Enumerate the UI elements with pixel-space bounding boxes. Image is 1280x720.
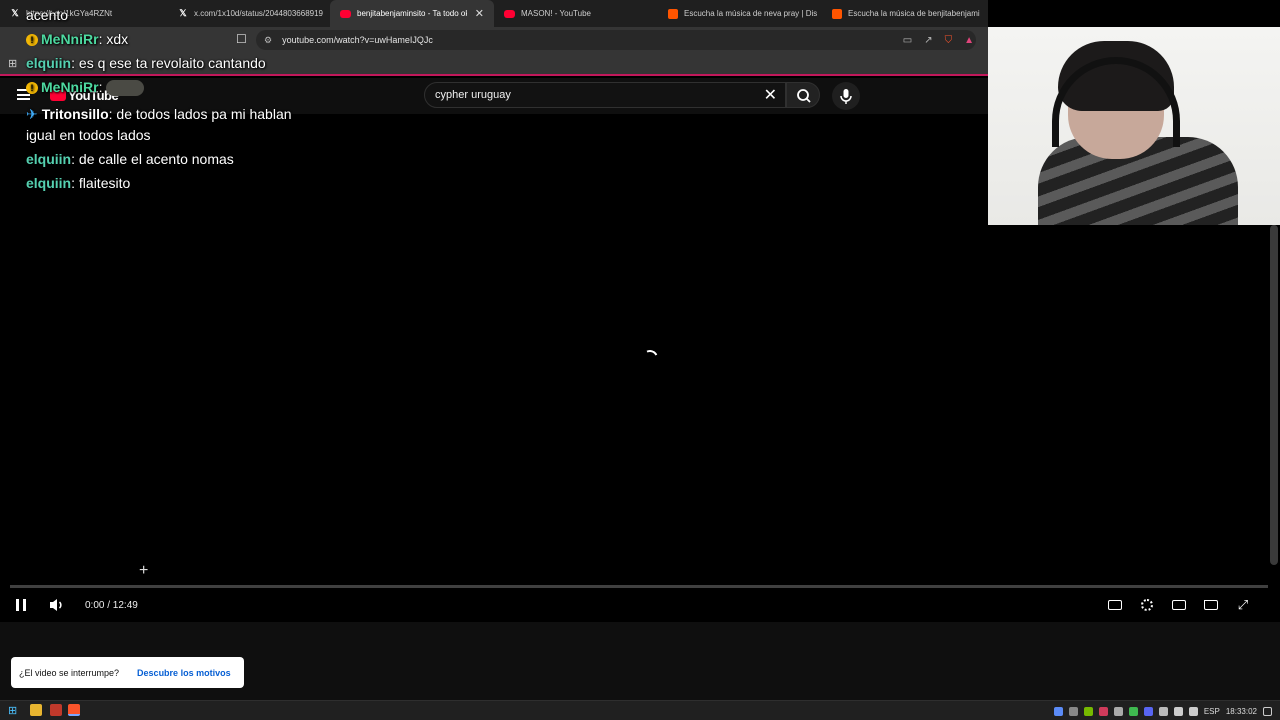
tab-active-youtube[interactable]: benjitabenjaminsito - Ta todo ok ✕ [330, 0, 494, 27]
site-settings-icon[interactable]: ⚙ [264, 35, 272, 46]
tray-app-icon[interactable] [1098, 706, 1108, 716]
tray-app-icon[interactable] [1068, 706, 1078, 716]
chat-line: acento [26, 3, 68, 27]
player-controls: 0:00 / 12:49 ⤢ [0, 592, 1280, 620]
coin-badge-icon: ! [26, 82, 38, 94]
brave-rewards-icon[interactable]: ▲ [964, 35, 974, 46]
nvidia-icon[interactable] [1083, 706, 1093, 716]
settings-gear-icon[interactable] [1138, 597, 1156, 613]
fullscreen-icon[interactable]: ⤢ [1234, 597, 1252, 613]
volume-tray-icon[interactable] [1188, 706, 1198, 716]
apps-grid-icon[interactable]: ⊞ [8, 57, 17, 70]
tray-app-icon[interactable] [1053, 706, 1063, 716]
network-icon[interactable] [1173, 706, 1183, 716]
page-scrollbar[interactable] [1270, 225, 1278, 565]
chat-username: elquiin [26, 175, 72, 191]
chat-username: MeNniRr [41, 79, 99, 95]
file-explorer-icon[interactable] [30, 704, 42, 716]
tray-app-icon[interactable] [1128, 706, 1138, 716]
chat-message: : [98, 79, 103, 95]
progress-bar[interactable] [10, 585, 1268, 588]
tab-label: MASON! - YouTube [521, 9, 591, 18]
tab-label: Escucha la música de benjitabenjami [848, 9, 980, 18]
pin-badge-icon: ✈ [26, 106, 38, 122]
address-bar-actions: ▭ ↗ ⛉ ▲ [903, 27, 974, 53]
chat-message: : xdx [98, 31, 129, 47]
app-taskbar-icon[interactable] [50, 704, 62, 716]
chat-line: elquiin: flaitesito [26, 171, 130, 195]
search-input[interactable]: cypher uruguay ✕ [424, 82, 786, 108]
chat-message: : de calle el acento nomas [71, 151, 234, 167]
youtube-favicon-icon [340, 9, 351, 18]
pause-icon[interactable] [16, 599, 26, 611]
brave-browser-icon[interactable] [68, 704, 80, 716]
chat-username: Tritonsillo [41, 106, 109, 122]
cast-icon[interactable] [1202, 597, 1220, 613]
windows-start-icon[interactable]: ⊞ [8, 704, 17, 717]
tab-label: benjitabenjaminsito - Ta todo ok [357, 9, 467, 18]
chat-username: elquiin [26, 151, 72, 167]
close-tab-icon[interactable]: ✕ [475, 7, 484, 20]
toast-message: ¿El video se interrumpe? [19, 667, 120, 678]
discord-icon[interactable] [1143, 706, 1153, 716]
tab-label: Escucha la música de neva pray | Dis [684, 9, 818, 18]
soundcloud-favicon-icon [668, 8, 678, 19]
tab-mason[interactable]: MASON! - YouTube [494, 0, 658, 27]
miniplayer-icon[interactable] [1170, 597, 1188, 613]
url-text: youtube.com/watch?v=uwHameIJQJc [282, 35, 433, 45]
time-display: 0:00 / 12:49 [85, 600, 138, 611]
youtube-favicon-icon [504, 9, 515, 18]
chat-message: : es q ese ta revolaito cantando [71, 55, 266, 71]
chat-message: igual en todos lados [26, 127, 151, 143]
language-indicator[interactable]: ESP [1204, 707, 1220, 716]
install-app-icon[interactable]: ▭ [903, 35, 912, 46]
system-tray: ESP 18:33:02 [1053, 701, 1280, 720]
chat-line: igual en todos lados [26, 123, 151, 147]
chat-line: ! MeNniRr: xdx [26, 27, 128, 51]
voice-search-button[interactable] [832, 82, 860, 110]
url-field[interactable]: ⚙ youtube.com/watch?v=uwHameIJQJc [256, 30, 976, 50]
search-icon [797, 89, 811, 103]
bookmark-icon[interactable]: ☐ [236, 32, 247, 46]
tab-soundcloud-benji[interactable]: Escucha la música de benjitabenjami [822, 0, 988, 27]
chat-line: ! MeNniRr: [26, 75, 145, 99]
chat-message: acento [26, 7, 69, 23]
playback-issue-toast: ¿El video se interrumpe? Descubre los mo… [11, 657, 244, 688]
mouse-cursor-crosshair: + [139, 562, 149, 579]
tray-app-icon[interactable] [1113, 706, 1123, 716]
soundcloud-favicon-icon [832, 8, 842, 19]
chat-line: elquiin: de calle el acento nomas [26, 147, 234, 171]
microphone-icon [840, 89, 852, 104]
chat-message: : flaitesito [71, 175, 131, 191]
chat-line: elquiin: es q ese ta revolaito cantando [26, 51, 266, 75]
loading-spinner [639, 347, 661, 369]
search-query: cypher uruguay [435, 89, 511, 101]
coin-badge-icon: ! [26, 34, 38, 46]
search-button[interactable] [786, 82, 820, 108]
tab-x-status[interactable]: 𝕏 x.com/1x10d/status/2044803668919 [168, 0, 330, 27]
webcam-overlay [988, 27, 1280, 225]
tab-soundcloud-neva[interactable]: Escucha la música de neva pray | Dis [658, 0, 822, 27]
chat-emote-image [106, 80, 145, 97]
volume-icon[interactable] [48, 597, 66, 613]
chat-username: elquiin [26, 55, 72, 71]
clock[interactable]: 18:33:02 [1226, 707, 1257, 716]
windows-taskbar: ⊞ ESP 18:33:02 [0, 700, 1280, 720]
notifications-icon[interactable] [1263, 706, 1272, 716]
clear-search-icon[interactable]: ✕ [764, 85, 777, 105]
toast-link[interactable]: Descubre los motivos [137, 668, 231, 678]
browser-tab-strip: 𝕏 https://t.co/1kGYa4RZNt 𝕏 x.com/1x10d/… [0, 0, 988, 27]
microphone-tray-icon[interactable] [1158, 706, 1168, 716]
subtitles-icon[interactable] [1106, 597, 1124, 613]
brave-shield-icon[interactable]: ⛉ [945, 35, 953, 46]
x-logo-icon: 𝕏 [11, 8, 19, 18]
share-icon[interactable]: ↗ [924, 35, 932, 46]
tab-label: x.com/1x10d/status/2044803668919 [194, 9, 323, 18]
x-logo-icon: 𝕏 [179, 8, 187, 18]
address-bar-row: ☐ ⚙ youtube.com/watch?v=uwHameIJQJc ▭ ↗ … [0, 27, 988, 53]
chat-username: MeNniRr [41, 31, 99, 47]
chat-message: : de todos lados pa mi hablan [108, 106, 292, 122]
